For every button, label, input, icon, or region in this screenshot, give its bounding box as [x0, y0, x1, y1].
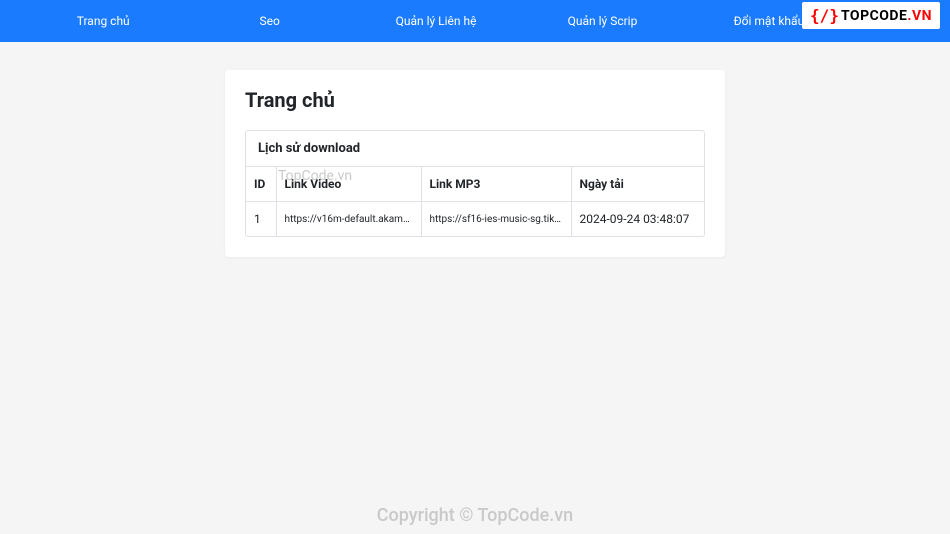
cell-id: 1	[246, 202, 276, 237]
cell-date: 2024-09-24 03:48:07	[571, 202, 704, 237]
col-link-video: Link Video	[276, 167, 421, 202]
col-date: Ngày tải	[571, 167, 704, 202]
logo-icon: {/}	[810, 6, 839, 25]
site-logo[interactable]: {/} TOPCODE .VN	[802, 2, 940, 29]
footer-watermark: Copyright © TopCode.vn	[0, 505, 950, 526]
nav-seo[interactable]: Seo	[186, 0, 352, 42]
panel-title: Lịch sử download	[246, 131, 704, 167]
download-history-panel: Lịch sử download ID Link Video Link MP3 …	[245, 130, 705, 237]
cell-link-video[interactable]: https://v16m-default.akamaized.net/...	[276, 202, 421, 237]
download-history-table: ID Link Video Link MP3 Ngày tải 1 https:…	[246, 167, 704, 236]
nav-contact-mgmt[interactable]: Quản lý Liên hệ	[353, 0, 519, 42]
table-header-row: ID Link Video Link MP3 Ngày tải	[246, 167, 704, 202]
col-link-mp3: Link MP3	[421, 167, 571, 202]
cell-link-mp3[interactable]: https://sf16-ies-music-sg.tiktokcdn.c...	[421, 202, 571, 237]
table-row: 1 https://v16m-default.akamaized.net/...…	[246, 202, 704, 237]
logo-text-suffix: .VN	[907, 8, 932, 24]
nav-home[interactable]: Trang chủ	[20, 0, 186, 42]
page-title: Trang chủ	[245, 88, 705, 112]
col-id: ID	[246, 167, 276, 202]
main-card: Trang chủ Lịch sử download ID Link Video…	[225, 70, 725, 257]
logo-text-main: TOPCODE	[841, 8, 907, 24]
nav-script-mgmt[interactable]: Quản lý Scrip	[519, 0, 685, 42]
